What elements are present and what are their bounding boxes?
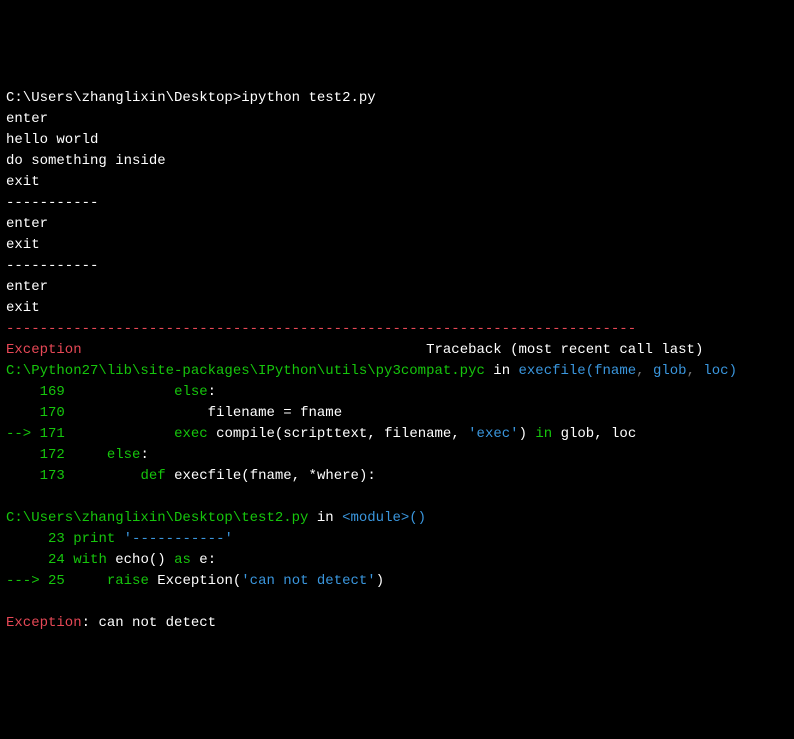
frame1-header: C:\Python27\lib\site-packages\IPython\ut… [6, 363, 737, 379]
line-number: 171 [40, 424, 65, 445]
stdout-line: do something inside [6, 151, 788, 172]
stdout-line: ----------- [6, 193, 788, 214]
code-line: 23 print '-----------' [6, 529, 788, 550]
arrow: ---> [6, 573, 48, 589]
stdout-block: enterhello worlddo something insideexit-… [6, 109, 788, 319]
code-line: 173 def execfile(fname, *where): [6, 466, 788, 487]
frame2-path: C:\Users\zhanglixin\Desktop\test2.py [6, 510, 308, 526]
tb-header: Exception Traceback (most recent call la… [6, 342, 703, 358]
tb-separator: ----------------------------------------… [6, 321, 636, 337]
arrow: --> [6, 426, 40, 442]
stdout-line: ----------- [6, 256, 788, 277]
line-number: 172 [40, 445, 65, 466]
line-number: 23 [48, 529, 65, 550]
line-number: 25 [48, 571, 65, 592]
arrow [6, 384, 40, 400]
stdout-line: enter [6, 277, 788, 298]
stdout-line: enter [6, 109, 788, 130]
tb-label: Traceback (most recent call last) [426, 342, 703, 358]
line-number: 173 [40, 466, 65, 487]
final-exc-name: Exception [6, 615, 82, 631]
code-line: --> 171 exec compile(scripttext, filenam… [6, 424, 788, 445]
frame2-lines: 23 print '-----------' 24 with echo() as… [6, 529, 788, 592]
final-exc-msg: can not detect [98, 615, 216, 631]
frame1-func: execfile [519, 363, 586, 379]
command: ipython test2.py [241, 90, 375, 106]
stdout-line: exit [6, 172, 788, 193]
prompt-path: C:\Users\zhanglixin\Desktop> [6, 90, 241, 106]
stdout-line: enter [6, 214, 788, 235]
arrow [6, 531, 48, 547]
code-line: ---> 25 raise Exception('can not detect'… [6, 571, 788, 592]
arrow [6, 552, 48, 568]
frame2-header: C:\Users\zhanglixin\Desktop\test2.py in … [6, 510, 426, 526]
code-line: 170 filename = fname [6, 403, 788, 424]
exc-name: Exception [6, 342, 82, 358]
arrow [6, 447, 40, 463]
line-number: 170 [40, 403, 65, 424]
final-exception: Exception: can not detect [6, 615, 216, 631]
code-line: 24 with echo() as e: [6, 550, 788, 571]
stdout-line: hello world [6, 130, 788, 151]
arrow [6, 405, 40, 421]
stdout-line: exit [6, 235, 788, 256]
line-number: 169 [40, 382, 65, 403]
line-number: 24 [48, 550, 65, 571]
frame1-lines: 169 else: 170 filename = fname--> 171 ex… [6, 382, 788, 487]
prompt-line: C:\Users\zhanglixin\Desktop>ipython test… [6, 90, 376, 106]
code-line: 172 else: [6, 445, 788, 466]
frame2-func: <module> [342, 510, 409, 526]
frame1-path: C:\Python27\lib\site-packages\IPython\ut… [6, 363, 485, 379]
code-line: 169 else: [6, 382, 788, 403]
stdout-line: exit [6, 298, 788, 319]
terminal[interactable]: C:\Users\zhanglixin\Desktop>ipython test… [6, 88, 788, 634]
arrow [6, 468, 40, 484]
